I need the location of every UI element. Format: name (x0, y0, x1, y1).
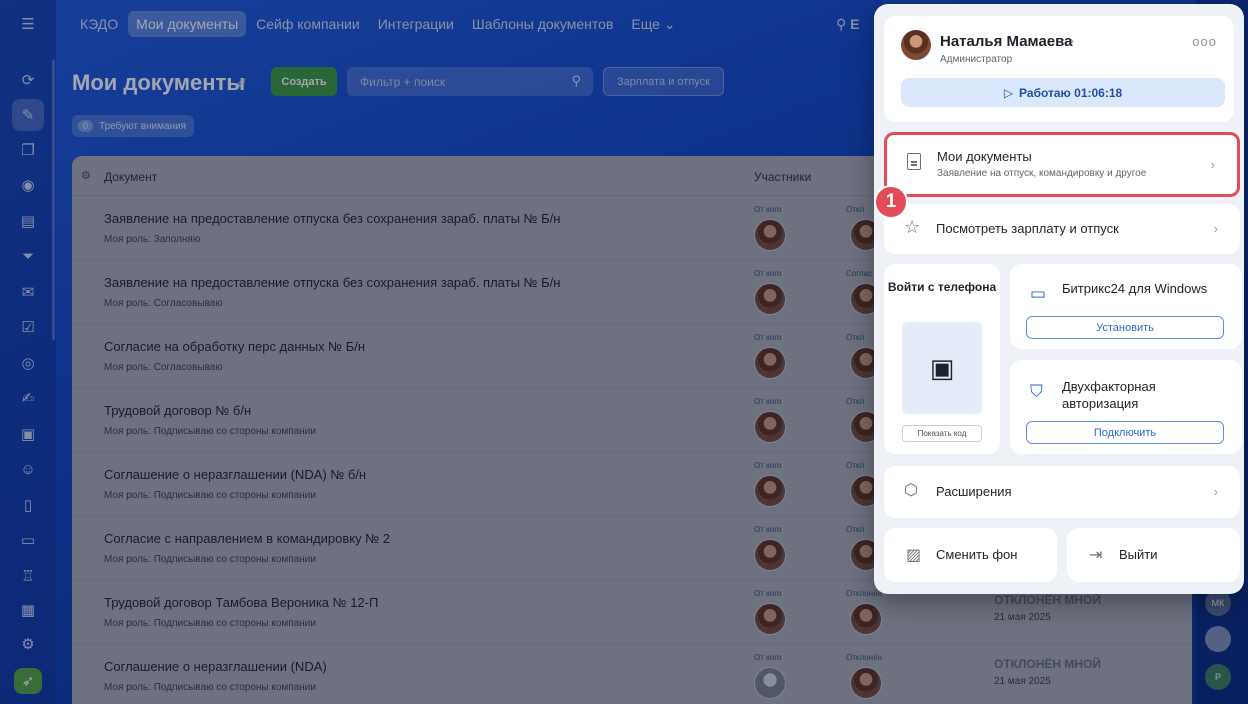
change-background-label: Сменить фон (936, 547, 1018, 562)
image-icon: ▨ (906, 547, 922, 564)
user-role: Администратор (940, 54, 1013, 65)
view-salary-item[interactable]: ☆ Посмотреть зарплату и отпуск › (884, 204, 1240, 254)
install-button[interactable]: Установить (1026, 316, 1224, 339)
star-icon: ☆ (904, 217, 921, 237)
extensions-item[interactable]: ⬡ Расширения › (884, 466, 1240, 518)
qr-code-icon: ▣ (902, 322, 982, 414)
extensions-label: Расширения (936, 484, 1012, 499)
connect-button[interactable]: Подключить (1026, 421, 1224, 444)
chevron-right-icon: › (1213, 221, 1218, 236)
user-name[interactable]: Наталья Мамаева (940, 33, 1073, 50)
logout-icon: ⇥ (1089, 547, 1103, 564)
windows-app-card: ▭ Битрикс24 для Windows Установить (1010, 264, 1242, 349)
phone-login-card: Войти с телефона ▣ Показать код (884, 264, 1000, 454)
two-factor-card: ⛉ Двухфакторная авторизация Подключить (1010, 360, 1242, 454)
change-background-button[interactable]: ▨ Сменить фон (884, 528, 1057, 582)
logout-label: Выйти (1119, 547, 1158, 562)
view-salary-label: Посмотреть зарплату и отпуск (936, 221, 1119, 236)
more-options-icon[interactable]: ooo (1192, 34, 1217, 49)
phone-login-title: Войти с телефона (887, 280, 997, 294)
step-badge: 1 (874, 185, 908, 219)
document-icon (907, 153, 921, 170)
my-documents-subtitle: Заявление на отпуск, командировку и друг… (937, 168, 1147, 179)
shield-icon: ⛉ (1030, 382, 1043, 401)
play-icon: ▷ (1003, 85, 1014, 100)
cube-icon: ⬡ (904, 482, 918, 499)
chevron-right-icon: › (1213, 484, 1218, 499)
user-menu-popup: Наталья Мамаева › Администратор ooo ▷ Раб… (874, 4, 1244, 594)
profile-card: Наталья Мамаева › Администратор ooo ▷ Раб… (884, 16, 1234, 122)
chevron-right-icon: › (1070, 33, 1075, 48)
chevron-right-icon: › (1210, 157, 1215, 172)
logout-button[interactable]: ⇥ Выйти (1067, 528, 1240, 582)
my-documents-item[interactable]: Мои документы Заявление на отпуск, коман… (884, 132, 1240, 197)
show-code-button[interactable]: Показать код (902, 425, 982, 442)
monitor-icon: ▭ (1030, 284, 1047, 303)
two-factor-title: Двухфакторная авторизация (1062, 379, 1156, 411)
avatar[interactable] (901, 30, 931, 60)
my-documents-title: Мои документы (937, 149, 1032, 164)
windows-app-title: Битрикс24 для Windows (1062, 281, 1208, 296)
work-timer-button[interactable]: ▷ Работаю 01:06:18 (901, 78, 1225, 107)
